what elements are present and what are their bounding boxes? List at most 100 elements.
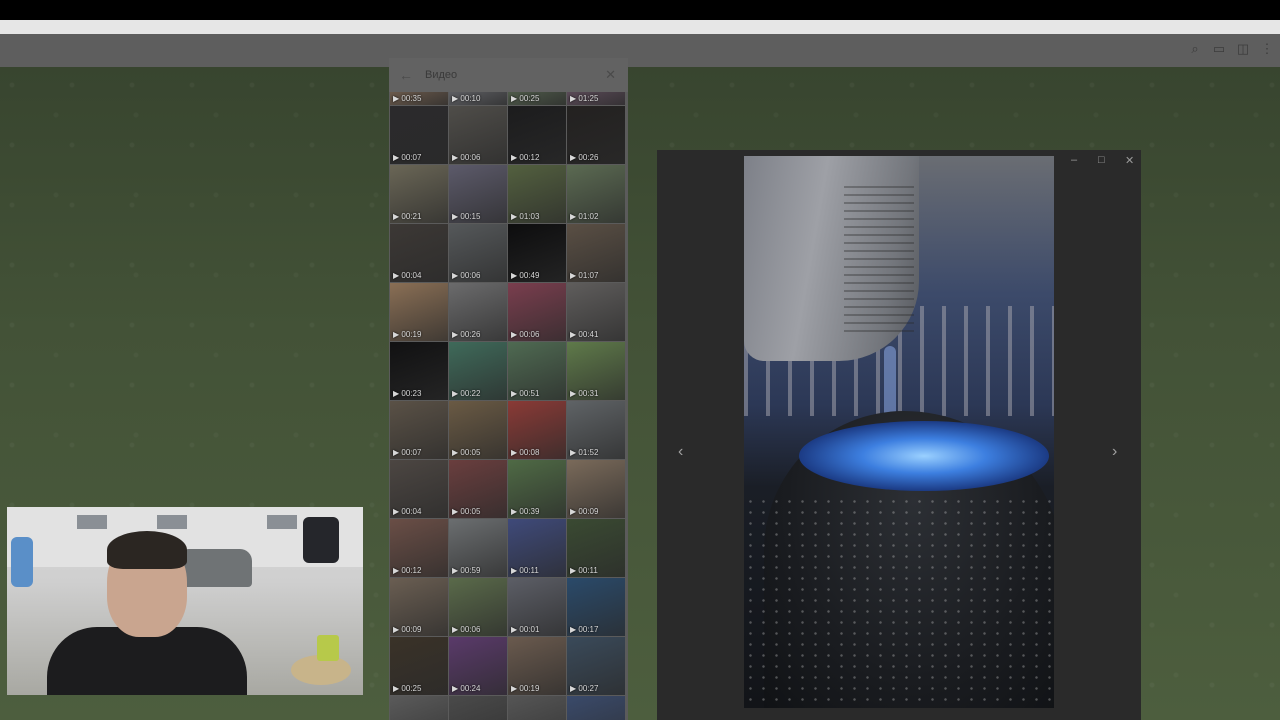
video-thumbnail[interactable]: ▶ 00:12 (508, 106, 566, 164)
video-thumbnail[interactable]: ▶ 00:24 (449, 637, 507, 695)
webcam-window (267, 515, 297, 529)
video-thumbnail[interactable]: ▶ 00:06 (449, 578, 507, 636)
video-thumbnail[interactable]: ▶ 00:11 (508, 519, 566, 577)
arrow-left-icon[interactable]: ← (399, 67, 413, 83)
video-thumbnail[interactable]: ▶ 00:12 (390, 519, 448, 577)
video-duration: ▶ 00:25 (393, 684, 422, 693)
video-duration: ▶ 00:08 (511, 448, 540, 457)
video-duration: ▶ 00:06 (452, 625, 481, 634)
webcam-person-body (47, 627, 247, 695)
webcam-overlay (7, 507, 363, 695)
video-thumbnail[interactable]: ▶ 01:07 (567, 224, 625, 282)
video-thumbnail[interactable]: ▶ 00:04 (390, 460, 448, 518)
video-duration: ▶ 00:12 (511, 153, 540, 162)
video-thumbnail[interactable]: ▶ 00:05 (449, 401, 507, 459)
video-thumbnail[interactable]: ▶ 00:41 (567, 283, 625, 341)
video-duration: ▶ 00:05 (452, 448, 481, 457)
video-thumbnail[interactable]: ▶ 00:21 (390, 165, 448, 223)
video-duration: ▶ 00:26 (452, 330, 481, 339)
video-thumbnail[interactable] (508, 696, 566, 720)
video-duration: ▶ 00:21 (393, 212, 422, 221)
video-duration: ▶ 00:06 (452, 153, 481, 162)
video-duration: ▶ 00:59 (452, 566, 481, 575)
video-thumbnail[interactable]: ▶ 01:52 (567, 401, 625, 459)
video-thumbnail[interactable]: ▶ 00:01 (508, 578, 566, 636)
video-duration: ▶ 00:19 (393, 330, 422, 339)
video-thumbnail[interactable]: ▶ 00:35 (390, 92, 448, 105)
video-thumbnail[interactable]: ▶ 00:26 (567, 106, 625, 164)
video-duration: ▶ 00:24 (452, 684, 481, 693)
video-frame[interactable] (744, 156, 1054, 708)
video-thumbnail[interactable]: ▶ 00:19 (390, 283, 448, 341)
video-thumbnail[interactable]: ▶ 00:07 (390, 106, 448, 164)
video-thumbnail[interactable] (390, 696, 448, 720)
comments-icon[interactable]: ▭ (1212, 42, 1226, 56)
video-thumbnail[interactable] (567, 696, 625, 720)
panel-title: Видео (425, 69, 458, 81)
video-thumbnail[interactable]: ▶ 00:17 (567, 578, 625, 636)
video-thumbnail[interactable]: ▶ 00:08 (508, 401, 566, 459)
video-thumbnail[interactable]: ▶ 01:25 (567, 92, 625, 105)
video-thumbnail[interactable]: ▶ 00:25 (390, 637, 448, 695)
video-thumbnail[interactable]: ▶ 00:39 (508, 460, 566, 518)
video-thumbnail[interactable]: ▶ 00:59 (449, 519, 507, 577)
speckle-texture (744, 496, 1054, 708)
sidebar-icon[interactable]: ◫ (1236, 42, 1250, 56)
video-thumbnail[interactable]: ▶ 00:10 (449, 92, 507, 105)
webcam-jacket (303, 517, 339, 563)
video-thumbnail[interactable]: ▶ 00:11 (567, 519, 625, 577)
screen-top-bar (0, 0, 1280, 20)
search-icon[interactable]: ⌕ (1188, 42, 1202, 56)
video-thumbnail[interactable]: ▶ 00:51 (508, 342, 566, 400)
video-duration: ▶ 00:19 (511, 684, 540, 693)
video-duration: ▶ 00:41 (570, 330, 599, 339)
video-thumbnail[interactable]: ▶ 00:09 (567, 460, 625, 518)
video-duration: ▶ 00:23 (393, 389, 422, 398)
video-thumbnail[interactable]: ▶ 00:07 (390, 401, 448, 459)
video-panel: ← Видео ✕ ▶ 00:35 ▶ 00:10 ▶ 00:25 ▶ 01:25 ▶ … (389, 58, 628, 720)
video-thumbnail[interactable]: ▶ 00:22 (449, 342, 507, 400)
video-thumbnail[interactable]: ▶ 00:15 (449, 165, 507, 223)
chevron-left-icon[interactable]: ‹ (678, 443, 683, 461)
video-thumbnail[interactable]: ▶ 00:49 (508, 224, 566, 282)
panel-header: ← Видео ✕ (389, 58, 628, 92)
video-thumbnail[interactable]: ▶ 01:02 (567, 165, 625, 223)
video-thumbnail[interactable]: ▶ 00:06 (449, 224, 507, 282)
video-duration: ▶ 00:06 (511, 330, 540, 339)
video-duration: ▶ 00:11 (570, 566, 598, 575)
webcam-bottle (11, 537, 33, 587)
video-duration: ▶ 00:51 (511, 389, 540, 398)
video-thumbnail[interactable]: ▶ 00:19 (508, 637, 566, 695)
video-duration: ▶ 00:10 (452, 94, 481, 103)
video-thumbnail[interactable]: ▶ 00:23 (390, 342, 448, 400)
media-viewer: – □ ✕ ‹ › (657, 150, 1141, 720)
more-icon[interactable]: ⋮ (1260, 42, 1274, 56)
video-duration: ▶ 00:04 (393, 271, 422, 280)
close-icon[interactable]: ✕ (1125, 154, 1134, 167)
video-thumbnail[interactable]: ▶ 00:04 (390, 224, 448, 282)
video-thumbnail[interactable]: ▶ 00:31 (567, 342, 625, 400)
video-thumbnail[interactable]: ▶ 00:05 (449, 460, 507, 518)
video-duration: ▶ 00:06 (452, 271, 481, 280)
video-thumbnail[interactable] (449, 696, 507, 720)
video-thumbnail[interactable]: ▶ 01:03 (508, 165, 566, 223)
video-duration: ▶ 01:03 (511, 212, 540, 221)
webcam-cup (317, 635, 339, 661)
video-duration: ▶ 00:07 (393, 153, 422, 162)
chevron-right-icon[interactable]: › (1112, 443, 1117, 461)
video-thumbnail[interactable]: ▶ 00:27 (567, 637, 625, 695)
minimize-icon[interactable]: – (1071, 154, 1077, 166)
close-icon[interactable]: ✕ (605, 67, 616, 83)
video-thumbnail[interactable]: ▶ 00:09 (390, 578, 448, 636)
video-duration: ▶ 01:52 (570, 448, 599, 457)
video-duration: ▶ 00:12 (393, 566, 422, 575)
window-title-strip (0, 20, 1280, 34)
video-duration: ▶ 00:26 (570, 153, 599, 162)
video-thumbnail[interactable]: ▶ 00:26 (449, 283, 507, 341)
video-thumbnail[interactable]: ▶ 00:06 (508, 283, 566, 341)
maximize-icon[interactable]: □ (1098, 154, 1105, 166)
video-duration: ▶ 00:25 (511, 94, 540, 103)
video-thumbnail[interactable]: ▶ 00:06 (449, 106, 507, 164)
video-duration: ▶ 00:22 (452, 389, 481, 398)
video-thumbnail[interactable]: ▶ 00:25 (508, 92, 566, 105)
